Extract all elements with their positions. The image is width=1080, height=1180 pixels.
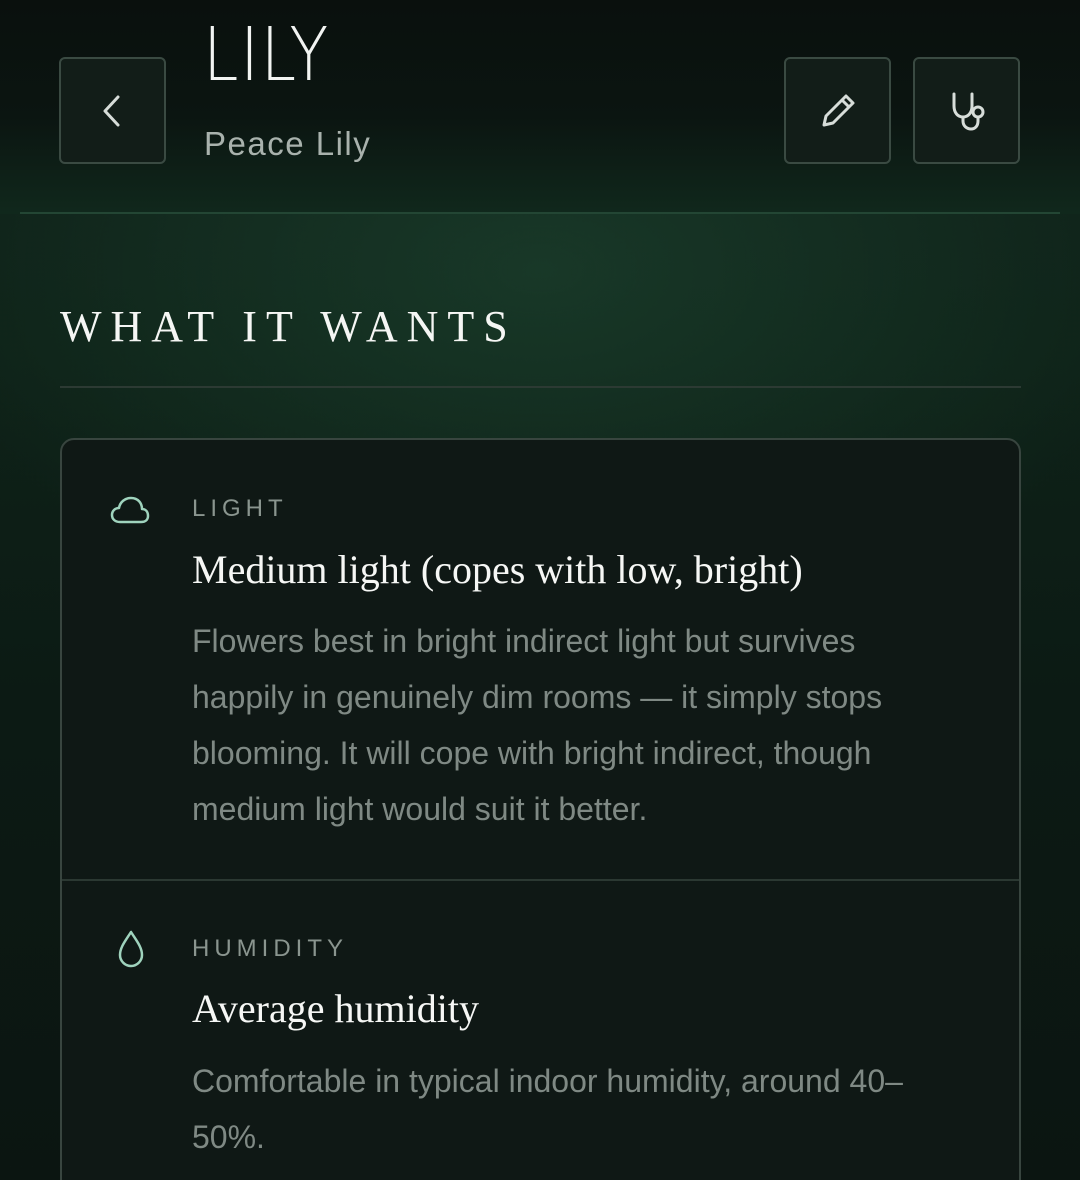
requirement-description: Comfortable in typical indoor humidity, … [192, 1063, 903, 1155]
pencil-icon [822, 94, 854, 126]
back-button[interactable] [59, 57, 166, 164]
plant-species: Peace Lily [204, 125, 372, 162]
requirements-card: LIGHT Medium light (copes with low, brig… [60, 438, 1021, 1180]
plant-name: LILY [203, 12, 330, 98]
chevron-left-icon [103, 95, 119, 126]
requirement-description: Flowers best in bright indirect light bu… [192, 623, 883, 827]
stethoscope-icon [952, 92, 984, 131]
requirement-light: LIGHT Medium light (copes with low, brig… [62, 440, 1019, 881]
requirement-value: Medium light (copes with low, bright) [192, 547, 803, 592]
health-check-button[interactable] [913, 57, 1020, 164]
requirement-label: LIGHT [192, 495, 288, 522]
requirement-humidity: HUMIDITY Average humidity Comfortable in… [62, 881, 1019, 1180]
cloud-icon [110, 496, 150, 524]
section-title: WHAT IT WANTS [60, 302, 517, 351]
droplet-icon [118, 930, 144, 968]
requirement-value: Average humidity [192, 986, 479, 1031]
edit-button[interactable] [784, 57, 891, 164]
requirement-label: HUMIDITY [192, 935, 348, 962]
header-divider [20, 212, 1060, 214]
section-divider [60, 386, 1021, 388]
